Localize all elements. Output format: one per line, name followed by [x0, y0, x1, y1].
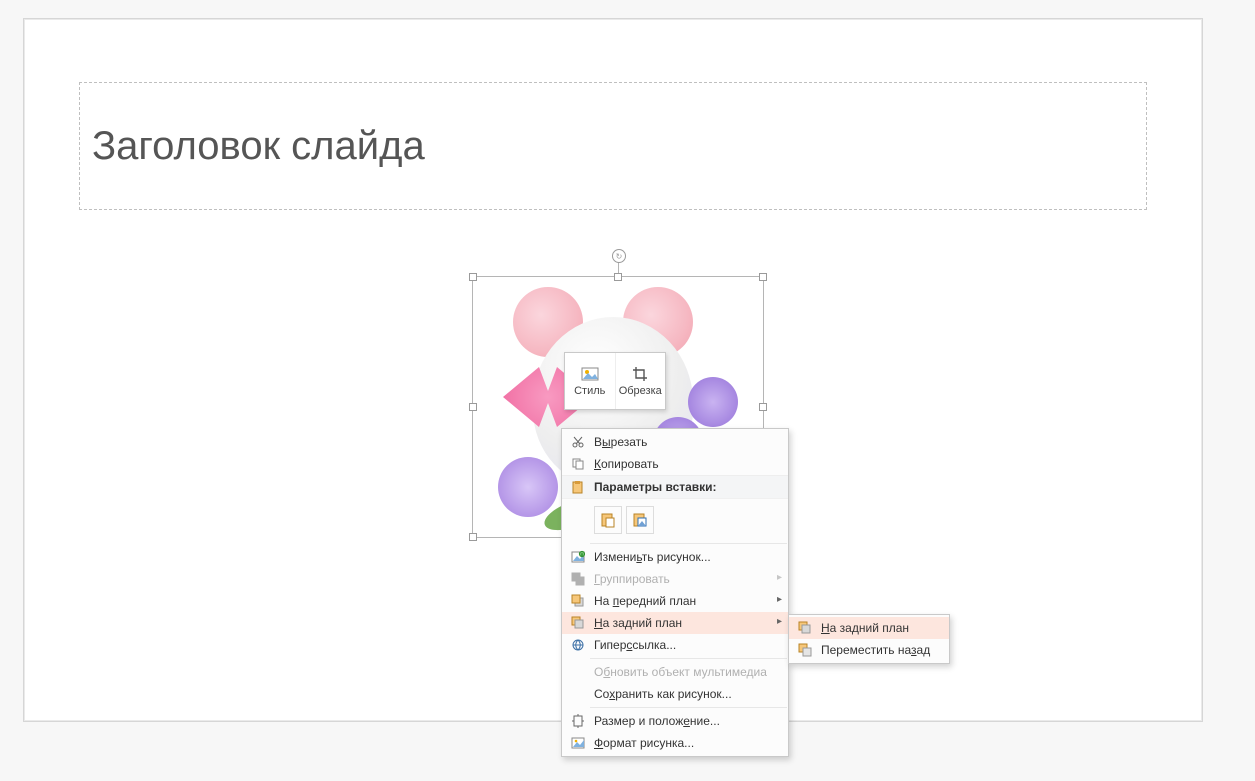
size-position-icon — [568, 712, 588, 730]
send-back-icon — [568, 614, 588, 632]
menu-hyperlink-label: Гиперссылка... — [594, 638, 770, 652]
submenu-send-back-all[interactable]: На задний план — [789, 617, 949, 639]
menu-update-media: Обновить объект мультимедиа — [562, 661, 788, 683]
mini-toolbar: Стиль Обрезка — [564, 352, 666, 410]
menu-change-picture-label: Измениьть рисунок... — [594, 550, 770, 564]
context-menu: Вырезать Копировать Параметры вставки: — [561, 428, 789, 757]
send-backward-icon — [795, 641, 815, 659]
resize-handle-e[interactable] — [759, 403, 767, 411]
paste-option-keep-formatting[interactable] — [594, 506, 622, 534]
resize-handle-ne[interactable] — [759, 273, 767, 281]
blank-icon — [568, 685, 588, 703]
menu-size-position-label: Размер и положение... — [594, 714, 770, 728]
menu-save-as-picture[interactable]: Сохранить как рисунок... — [562, 683, 788, 705]
menu-cut-label: Вырезать — [594, 435, 770, 449]
resize-handle-n[interactable] — [614, 273, 622, 281]
crop-button[interactable]: Обрезка — [615, 353, 666, 409]
blank-icon — [568, 663, 588, 681]
group-icon — [568, 570, 588, 588]
menu-bring-front[interactable]: На передний план — [562, 590, 788, 612]
submenu-send-back: На задний план Переместить назад — [788, 614, 950, 664]
resize-handle-nw[interactable] — [469, 273, 477, 281]
paste-option-as-picture[interactable] — [626, 506, 654, 534]
submenu-send-backward[interactable]: Переместить назад — [789, 639, 949, 661]
menu-copy[interactable]: Копировать — [562, 453, 788, 475]
change-picture-icon — [568, 548, 588, 566]
menu-group: Группировать — [562, 568, 788, 590]
menu-send-back-label: На задний план — [594, 616, 770, 630]
separator — [590, 707, 787, 708]
style-button[interactable]: Стиль — [565, 353, 615, 409]
menu-hyperlink[interactable]: Гиперссылка... — [562, 634, 788, 656]
separator — [590, 543, 787, 544]
menu-bring-front-label: На передний план — [594, 594, 770, 608]
menu-copy-label: Копировать — [594, 457, 770, 471]
copy-icon — [568, 455, 588, 473]
title-placeholder-text: Заголовок слайда — [92, 124, 425, 169]
format-picture-icon — [568, 734, 588, 752]
cut-icon — [568, 433, 588, 451]
style-icon — [581, 365, 599, 383]
menu-change-picture[interactable]: Измениьть рисунок... — [562, 546, 788, 568]
menu-group-label: Группировать — [594, 572, 770, 586]
separator — [590, 658, 787, 659]
menu-size-position[interactable]: Размер и положение... — [562, 710, 788, 732]
menu-paste-options-header: Параметры вставки: — [562, 475, 788, 499]
menu-save-as-picture-label: Сохранить как рисунок... — [594, 687, 770, 701]
hyperlink-icon — [568, 636, 588, 654]
menu-format-picture-label: Формат рисунка... — [594, 736, 770, 750]
paste-options-row — [562, 499, 788, 541]
bring-front-icon — [568, 592, 588, 610]
send-back-icon — [795, 619, 815, 637]
crop-icon — [631, 365, 649, 383]
crop-label: Обрезка — [619, 385, 662, 397]
rotate-handle[interactable]: ↻ — [612, 249, 626, 263]
menu-cut[interactable]: Вырезать — [562, 431, 788, 453]
menu-update-media-label: Обновить объект мультимедиа — [594, 665, 770, 679]
paste-icon — [568, 478, 588, 496]
style-label: Стиль — [574, 385, 605, 397]
title-placeholder[interactable]: Заголовок слайда — [79, 82, 1147, 210]
submenu-send-backward-label: Переместить назад — [821, 643, 931, 657]
resize-handle-sw[interactable] — [469, 533, 477, 541]
submenu-send-back-all-label: На задний план — [821, 621, 931, 635]
menu-send-back[interactable]: На задний план — [562, 612, 788, 634]
resize-handle-w[interactable] — [469, 403, 477, 411]
menu-paste-options-label: Параметры вставки: — [594, 480, 770, 494]
menu-format-picture[interactable]: Формат рисунка... — [562, 732, 788, 754]
